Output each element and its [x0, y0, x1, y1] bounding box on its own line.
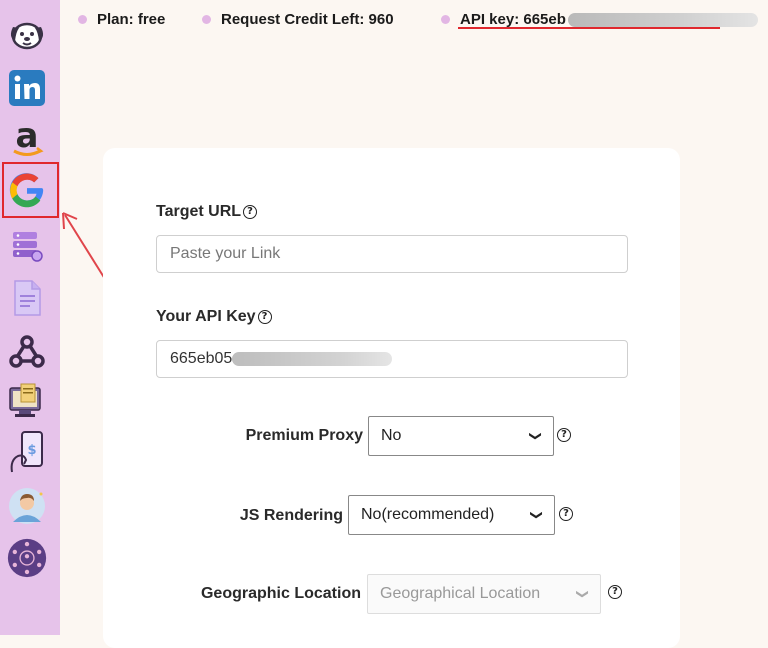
premium-proxy-select[interactable]: No ❯ — [368, 416, 554, 456]
apikey-highlight-underline — [458, 27, 720, 29]
help-icon[interactable]: ? — [243, 205, 258, 219]
form-card — [103, 148, 680, 648]
help-icon[interactable]: ? — [608, 585, 622, 599]
chevron-down-icon: ❯ — [528, 430, 543, 442]
js-rendering-label: JS Rendering — [239, 507, 343, 524]
help-icon[interactable]: ? — [257, 310, 272, 324]
target-url-input[interactable]: Paste your Link — [156, 235, 628, 273]
amazon-icon[interactable]: a — [7, 117, 47, 158]
server-database-icon[interactable] — [7, 226, 47, 266]
bullet-dot — [78, 15, 87, 24]
help-icon[interactable]: ? — [559, 507, 573, 521]
document-icon[interactable] — [7, 278, 47, 318]
screen-scraper-icon[interactable] — [7, 382, 47, 422]
api-key-label: Your API Key ? — [156, 308, 272, 326]
target-url-placeholder: Paste your Link — [170, 245, 281, 262]
dog-logo-icon[interactable] — [7, 14, 47, 54]
credit-text: Request Credit Left: 960 — [221, 11, 394, 28]
api-key-input[interactable]: 665eb05 — [156, 340, 628, 378]
bullet-dot — [202, 15, 211, 24]
js-rendering-value: No(recommended) — [361, 506, 495, 523]
api-key-value: 665eb05 — [170, 350, 233, 367]
help-icon[interactable]: ? — [557, 428, 571, 442]
mobile-pricing-icon[interactable]: $ — [7, 431, 47, 473]
sidebar: a $ — [0, 0, 60, 635]
apikey-redaction — [567, 12, 758, 27]
svg-text:$: $ — [27, 443, 36, 458]
apikey-status: API key: 665eb — [441, 11, 758, 28]
network-people-icon[interactable] — [7, 538, 47, 578]
credit-status: Request Credit Left: 960 — [202, 11, 394, 28]
linkedin-icon[interactable] — [7, 68, 47, 108]
plan-status: Plan: free — [78, 11, 165, 28]
google-selected-highlight — [2, 162, 59, 218]
chevron-down-icon: ❯ — [575, 588, 590, 600]
api-key-label-text: Your API Key — [156, 308, 256, 325]
premium-proxy-label: Premium Proxy — [245, 427, 363, 444]
apikey-text: API key: 665eb — [460, 11, 566, 28]
svg-text:a: a — [16, 117, 39, 156]
geographic-location-label: Geographic Location — [200, 585, 361, 602]
bullet-dot — [441, 15, 450, 24]
premium-proxy-value: No — [381, 427, 402, 444]
api-key-redaction — [232, 352, 393, 366]
js-rendering-select[interactable]: No(recommended) ❯ — [348, 495, 555, 535]
webhook-icon[interactable] — [7, 332, 47, 372]
user-avatar-icon[interactable] — [7, 486, 47, 526]
top-status-bar: Plan: free Request Credit Left: 960 API … — [60, 0, 768, 38]
geographic-location-select[interactable]: Geographical Location ❯ — [367, 574, 601, 614]
geographic-location-value: Geographical Location — [380, 585, 541, 602]
chevron-down-icon: ❯ — [529, 509, 544, 521]
target-url-label: Target URL ? — [156, 203, 258, 221]
plan-text: Plan: free — [97, 11, 166, 28]
target-url-label-text: Target URL — [156, 203, 242, 220]
